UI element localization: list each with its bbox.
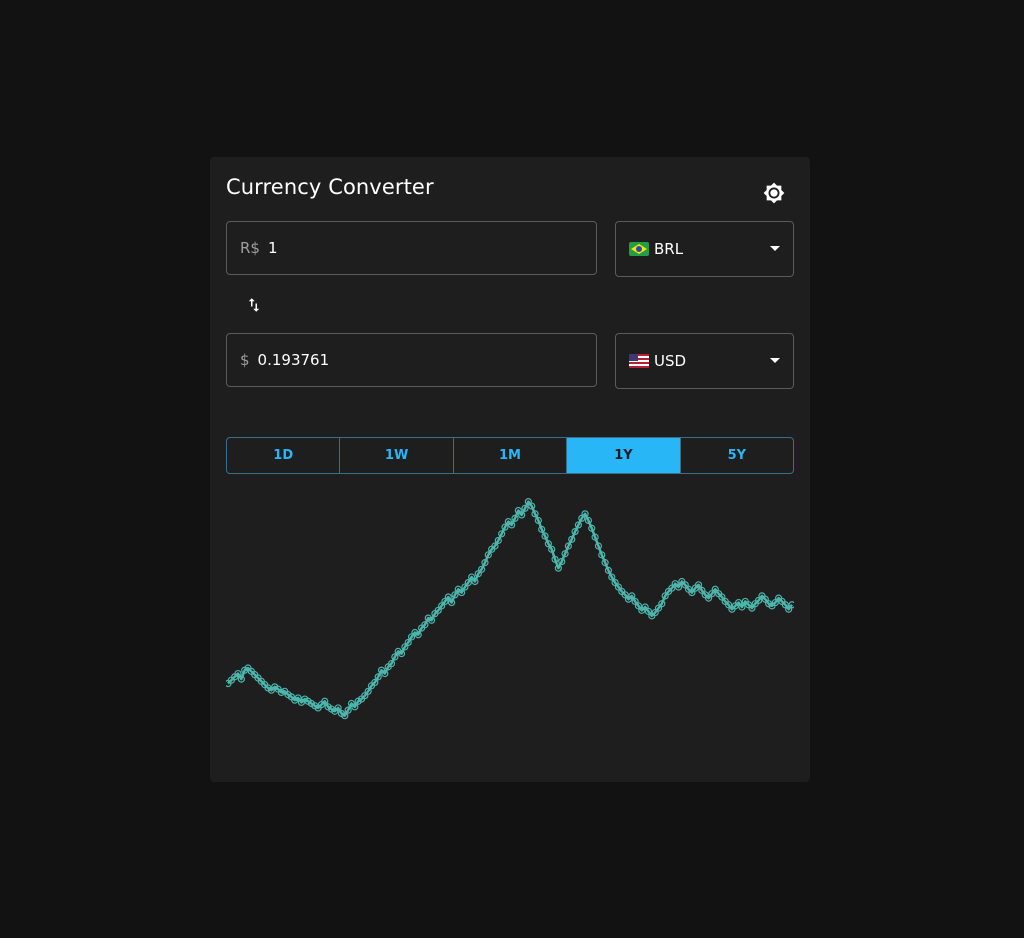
chevron-down-icon [770,246,780,251]
series-line [227,500,793,717]
page-title: Currency Converter [226,175,434,199]
from-amount-input[interactable] [267,239,548,257]
to-amount-input[interactable] [257,351,538,369]
tab-1m[interactable]: 1M [454,438,568,473]
chevron-down-icon [770,358,780,363]
to-currency-symbol: $ [240,351,250,369]
converter-card: Currency Converter R$ BRL $ [210,157,810,782]
to-currency-code: USD [654,352,687,370]
rate-history-chart [226,498,794,720]
us-flag-icon [629,354,649,368]
swap-currencies-button[interactable] [242,293,266,317]
swap-vertical-icon [248,298,260,312]
tab-5y[interactable]: 5Y [681,438,793,473]
to-amount-field[interactable]: $ [226,333,597,387]
from-amount-field[interactable]: R$ [226,221,597,275]
from-currency-symbol: R$ [240,239,260,257]
theme-toggle-button[interactable] [756,175,792,211]
tab-1y[interactable]: 1Y [567,438,681,473]
from-currency-select[interactable]: BRL [615,221,794,277]
from-currency-code: BRL [654,240,684,258]
to-currency-select[interactable]: USD [615,333,794,389]
tab-1w[interactable]: 1W [340,438,454,473]
brightness-icon [763,182,785,204]
tab-1d[interactable]: 1D [227,438,341,473]
brazil-flag-icon [629,242,649,256]
range-tabs: 1D 1W 1M 1Y 5Y [226,437,794,474]
